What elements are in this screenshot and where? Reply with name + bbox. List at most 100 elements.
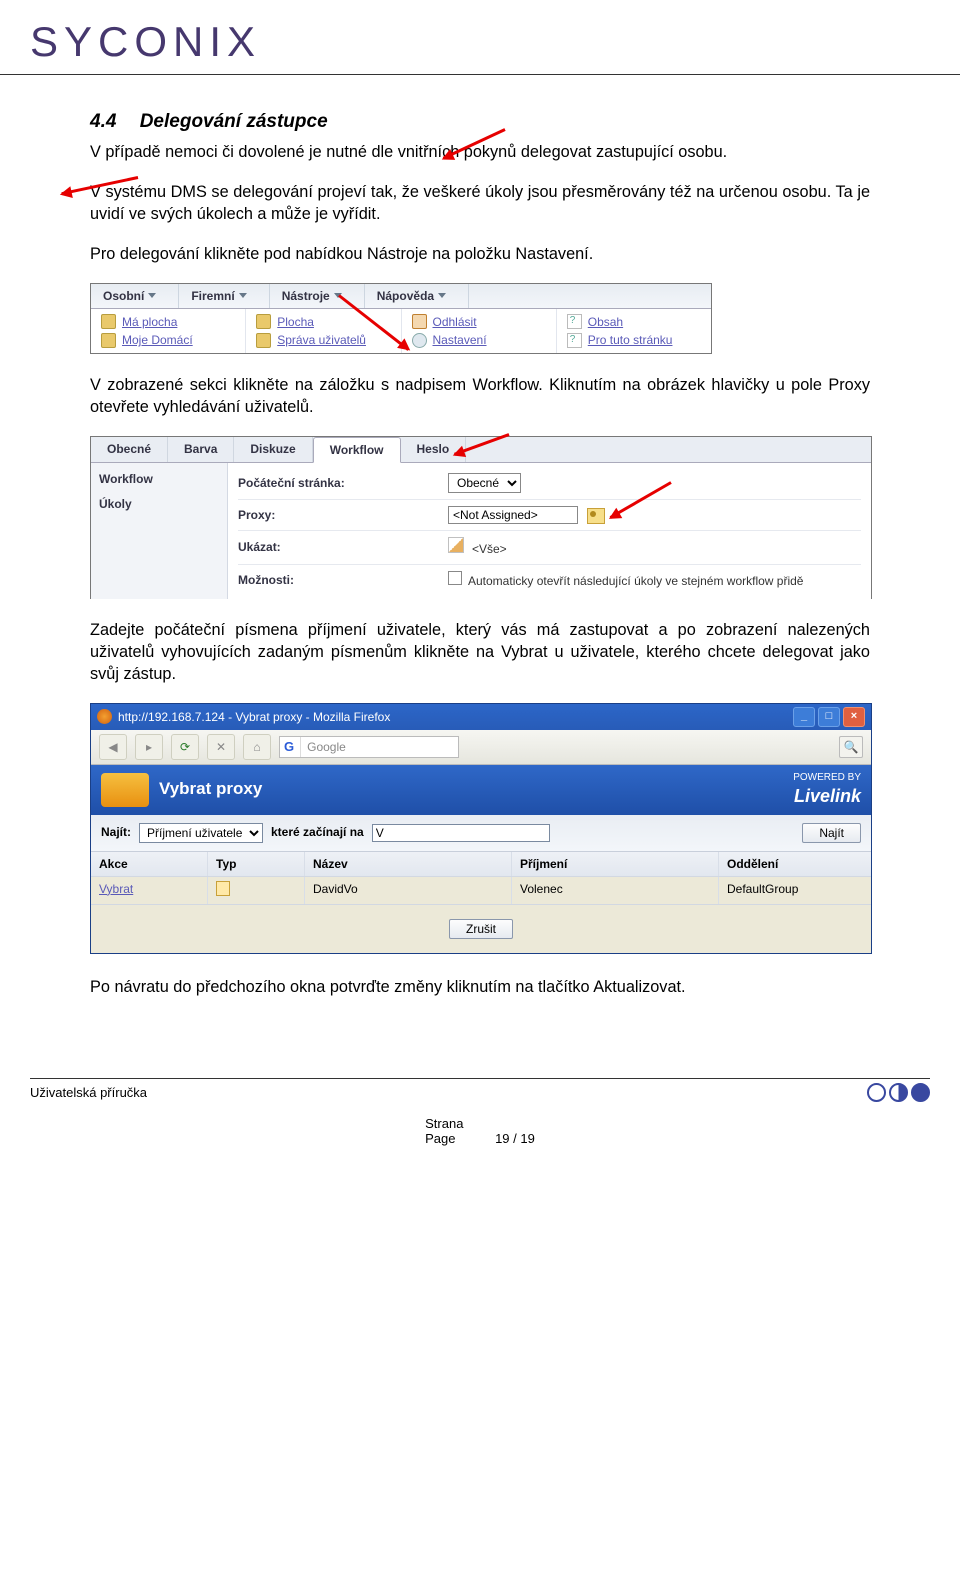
label-proxy: Proxy:	[238, 507, 448, 523]
cell-prijmeni: Volenec	[512, 877, 719, 904]
tab-barva[interactable]: Barva	[168, 437, 234, 462]
paragraph: Pro delegování klikněte pod nabídkou Nás…	[90, 243, 870, 265]
cell-nazev: DavidVo	[305, 877, 512, 904]
document-body: 4.4 Delegování zástupce V případě nemoci…	[0, 75, 960, 998]
label-ukazat: Ukázat:	[238, 539, 448, 555]
dialog-title: Vybrat proxy	[159, 778, 262, 801]
pencil-icon[interactable]	[448, 537, 464, 553]
section-number: 4.4	[90, 111, 116, 132]
find-button[interactable]: Najít	[802, 823, 861, 843]
browse-user-icon[interactable]	[587, 508, 605, 524]
chevron-down-icon	[148, 293, 156, 298]
page-footer: Uživatelská příručka	[30, 1078, 930, 1102]
reload-button[interactable]: ⟳	[171, 734, 199, 760]
link-sprava-uzivatelu[interactable]: Správa uživatelů	[277, 332, 366, 348]
sidebar-item-ukoly[interactable]: Úkoly	[99, 496, 219, 512]
help-icon	[567, 314, 582, 329]
search-icon[interactable]: 🔍	[839, 736, 863, 758]
screenshot-dialog: http://192.168.7.124 - Vybrat proxy - Mo…	[90, 703, 872, 954]
browser-toolbar: ◀ ▸ ⟳ ✕ ⌂ G Google 🔍	[91, 730, 871, 765]
paragraph: V systému DMS se delegování projeví tak,…	[90, 181, 870, 225]
option-auto-open: Automaticky otevřít následující úkoly ve…	[468, 574, 803, 588]
select-pocatecni[interactable]: Obecné	[448, 473, 521, 493]
window-title: http://192.168.7.124 - Vybrat proxy - Mo…	[118, 709, 390, 725]
full-circle-icon	[911, 1083, 930, 1102]
forward-button[interactable]: ▸	[135, 734, 163, 760]
search-placeholder: Google	[307, 739, 346, 755]
search-box[interactable]: G Google	[279, 736, 459, 758]
cancel-row: Zrušit	[91, 905, 871, 953]
close-button[interactable]: ×	[843, 707, 865, 727]
home-icon	[101, 333, 116, 348]
footer-title: Uživatelská příručka	[30, 1085, 147, 1100]
menu-firemni[interactable]: Firemní	[179, 284, 269, 308]
stop-button[interactable]: ✕	[207, 734, 235, 760]
circle-icon	[867, 1083, 886, 1102]
link-pro-tuto-stranku[interactable]: Pro tuto stránku	[588, 332, 673, 348]
help-icon	[567, 333, 582, 348]
section-title: Delegování zástupce	[140, 111, 328, 132]
link-ma-plocha[interactable]: Má plocha	[122, 314, 177, 330]
tab-obecne[interactable]: Obecné	[91, 437, 168, 462]
find-mode-label: které začínají na	[271, 824, 364, 840]
logout-icon	[412, 314, 427, 329]
paragraph: Zadejte počáteční písmena příjmení uživa…	[90, 619, 870, 685]
search-row: Najít: Příjmení uživatele které začínají…	[91, 815, 871, 852]
cancel-button[interactable]: Zrušit	[449, 919, 513, 939]
paragraph: V případě nemoci či dovolené je nutné dl…	[90, 141, 870, 163]
home-button[interactable]: ⌂	[243, 734, 271, 760]
user-type-icon	[216, 881, 230, 896]
table-header: Akce Typ Název Příjmení Oddělení	[91, 852, 871, 877]
table-row: Vybrat DavidVo Volenec DefaultGroup	[91, 877, 871, 905]
chevron-down-icon	[239, 293, 247, 298]
find-value-input[interactable]	[372, 824, 550, 842]
link-obsah[interactable]: Obsah	[588, 314, 623, 330]
label-moznosti: Možnosti:	[238, 572, 448, 588]
minimize-button[interactable]: _	[793, 707, 815, 727]
sidebar-item-workflow[interactable]: Workflow	[99, 471, 219, 487]
col-akce: Akce	[91, 852, 208, 876]
footer-ornament	[867, 1083, 930, 1102]
link-odhlasit[interactable]: Odhlásit	[433, 314, 477, 330]
value-ukazat: <Vše>	[472, 542, 507, 556]
link-vybrat[interactable]: Vybrat	[99, 882, 133, 896]
back-button[interactable]: ◀	[99, 734, 127, 760]
page-number: Strana Page 19 / 19	[0, 1102, 960, 1146]
firefox-icon	[97, 709, 112, 724]
link-plocha[interactable]: Plocha	[277, 314, 314, 330]
menubar: Osobní Firemní Nástroje Nápověda	[91, 284, 711, 309]
paragraph: V zobrazené sekci klikněte na záložku s …	[90, 374, 870, 418]
folder-icon	[256, 314, 271, 329]
menu-osobni[interactable]: Osobní	[91, 284, 179, 308]
workflow-sidebar: Workflow Úkoly	[91, 463, 228, 598]
half-circle-icon	[889, 1083, 908, 1102]
users-icon	[256, 333, 271, 348]
checkbox-icon[interactable]	[448, 571, 462, 585]
col-nazev: Název	[305, 852, 512, 876]
paragraph: Po návratu do předchozího okna potvrďte …	[90, 976, 870, 998]
brand-logo: SYCONIX	[30, 18, 930, 66]
maximize-button[interactable]: □	[818, 707, 840, 727]
tab-workflow[interactable]: Workflow	[313, 437, 401, 463]
link-moje-domaci[interactable]: Moje Domácí	[122, 332, 193, 348]
find-label: Najít:	[101, 824, 131, 840]
livelink-brand: POWERED BY Livelink	[793, 771, 861, 809]
tab-diskuze[interactable]: Diskuze	[234, 437, 312, 462]
chevron-down-icon	[438, 293, 446, 298]
folder-icon	[101, 314, 116, 329]
users-graphic-icon	[101, 773, 149, 807]
cell-oddeleni: DefaultGroup	[719, 877, 871, 904]
window-titlebar: http://192.168.7.124 - Vybrat proxy - Mo…	[91, 704, 871, 730]
menu-napoveda[interactable]: Nápověda	[365, 284, 469, 308]
link-nastaveni[interactable]: Nastavení	[433, 332, 487, 348]
col-oddeleni: Oddělení	[719, 852, 871, 876]
find-field-select[interactable]: Příjmení uživatele	[139, 823, 263, 843]
tabbar: Obecné Barva Diskuze Workflow Heslo	[91, 437, 871, 463]
google-icon: G	[284, 738, 294, 756]
col-typ: Typ	[208, 852, 305, 876]
screenshot-menu: Osobní Firemní Nástroje Nápověda Má ploc…	[90, 283, 712, 355]
screenshot-workflow: Obecné Barva Diskuze Workflow Heslo Work…	[90, 436, 872, 599]
page-header: SYCONIX	[0, 0, 960, 75]
col-prijmeni: Příjmení	[512, 852, 719, 876]
input-proxy[interactable]	[448, 506, 578, 524]
